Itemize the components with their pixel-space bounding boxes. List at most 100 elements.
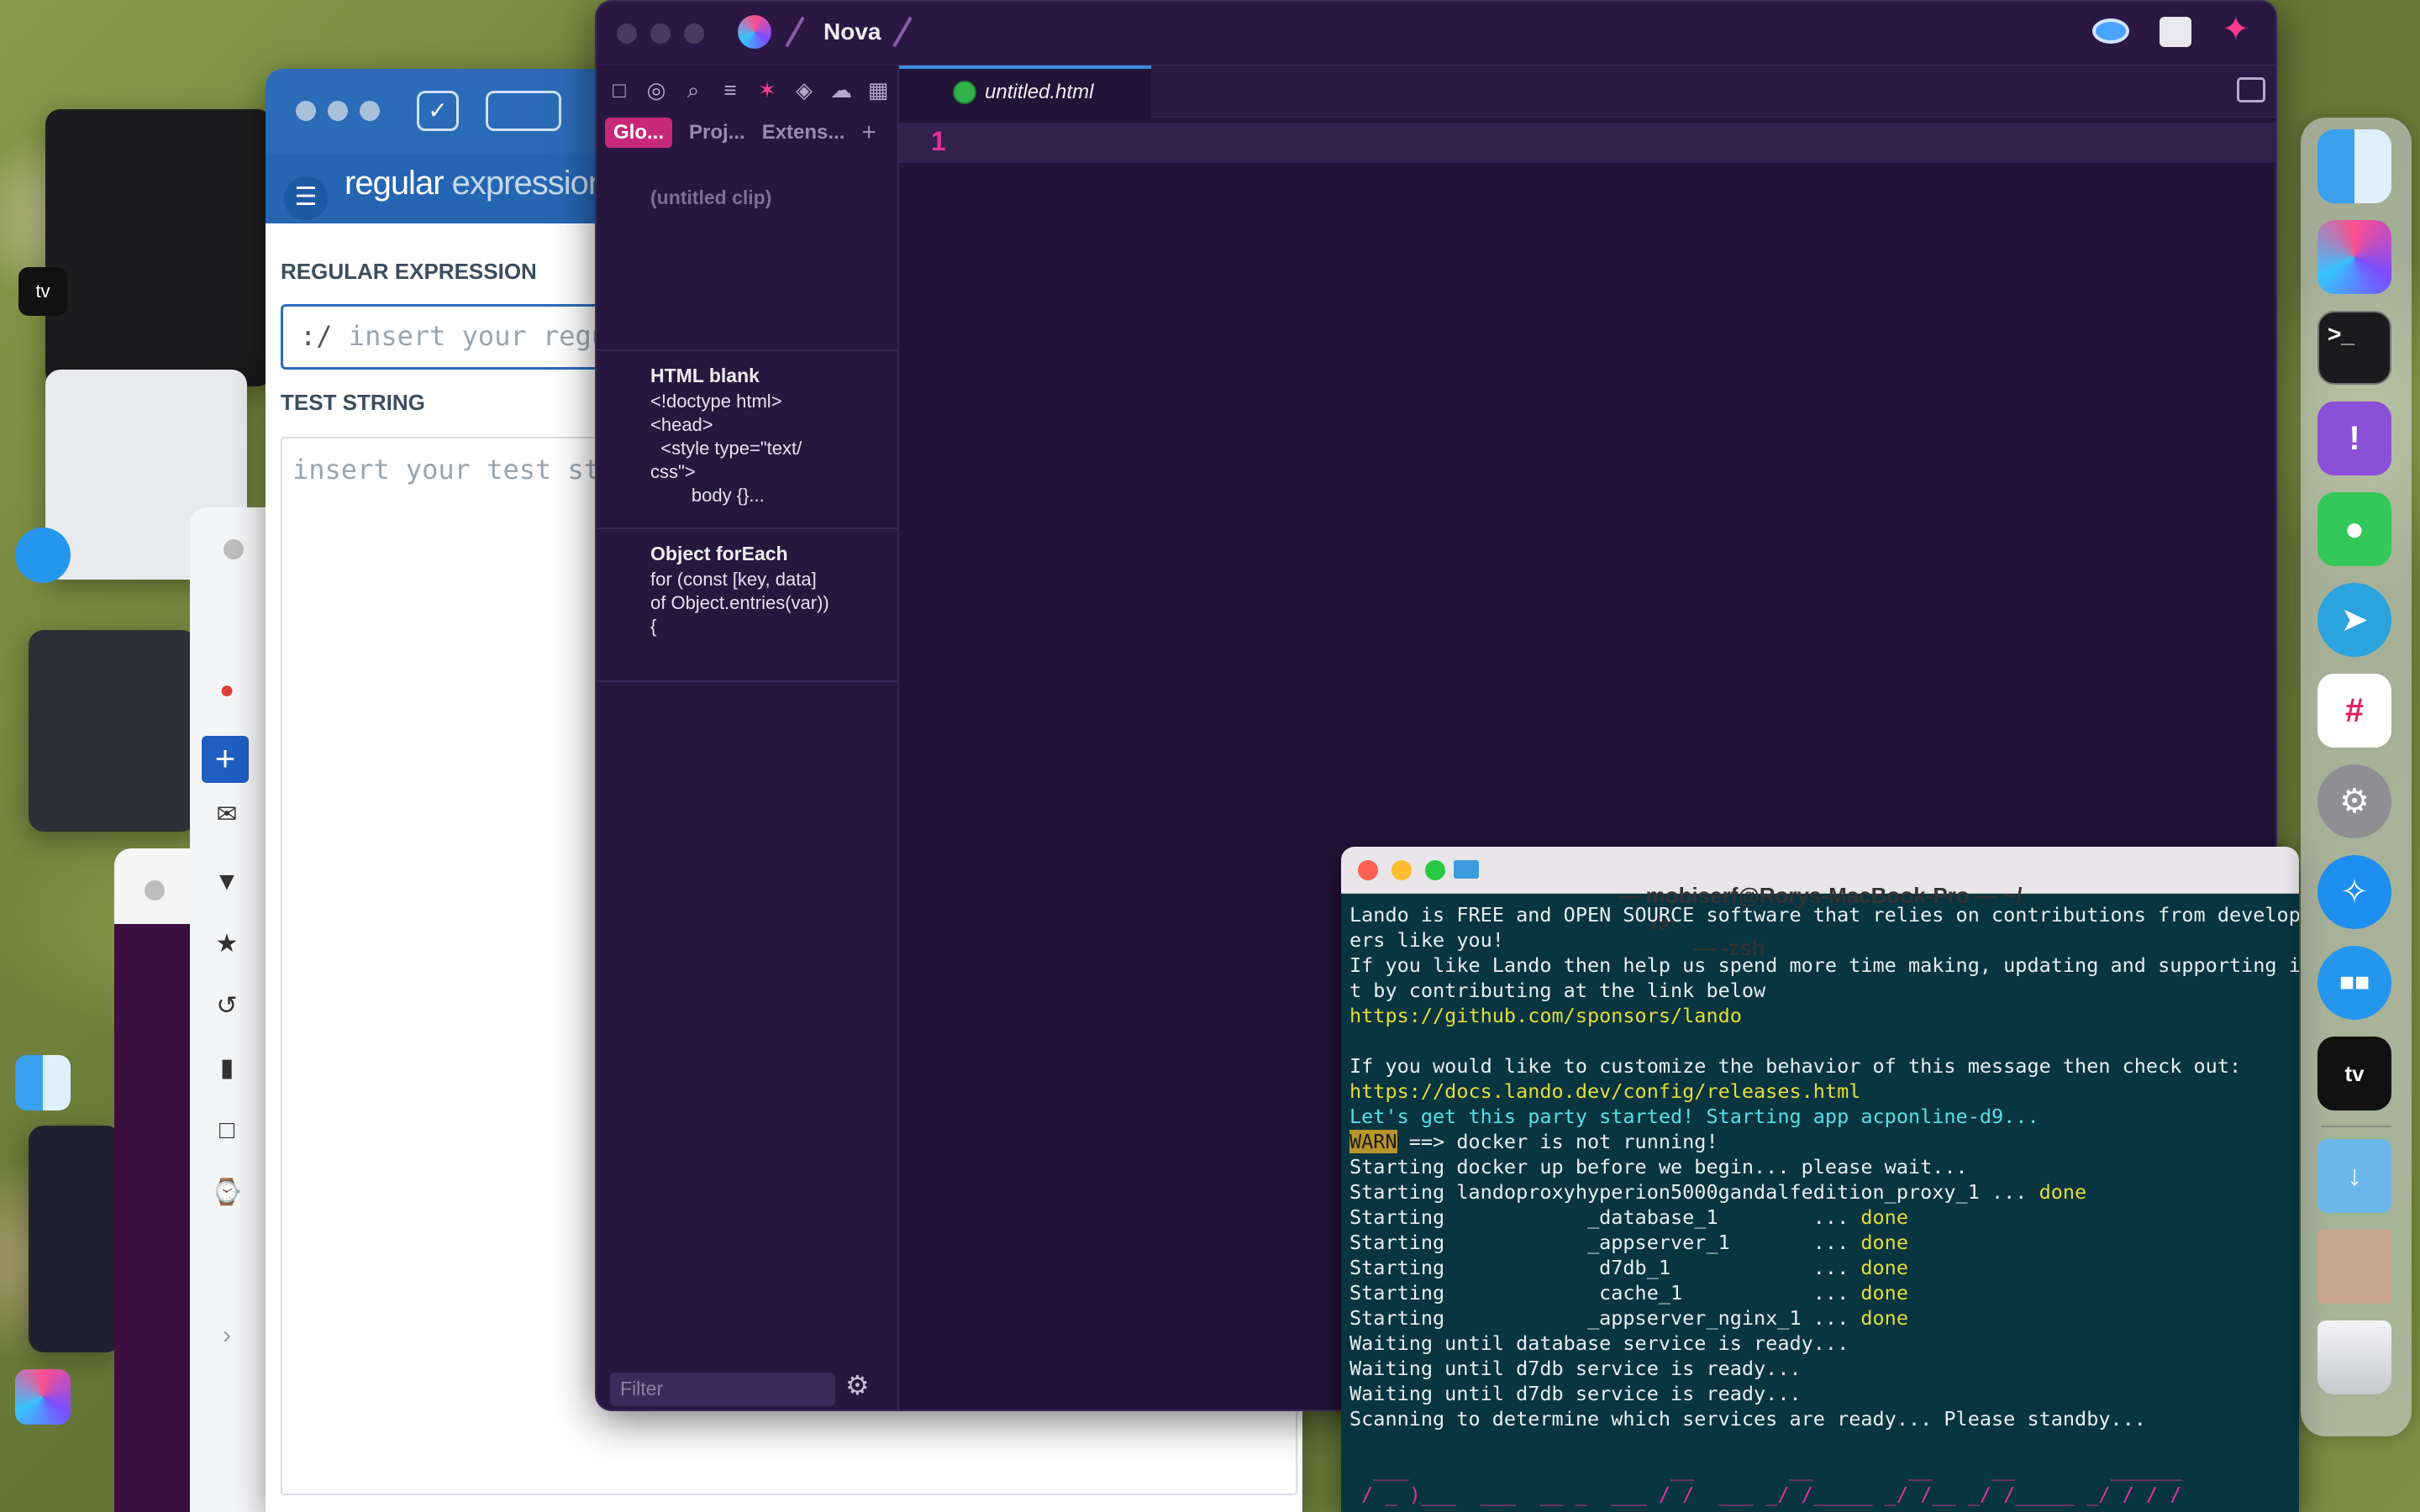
ascii-art-line: / _ )___ ___ __ _ ___ / / ___ _/ /_____ … — [1349, 1483, 2182, 1506]
clip-item[interactable]: Object forEach for (const [key, data] of… — [597, 529, 899, 682]
tab-extensions[interactable]: Extens... — [762, 121, 845, 144]
nova-logo-icon — [738, 15, 771, 49]
photo-stack-icon[interactable] — [2317, 1230, 2391, 1304]
tab-label: untitled.html — [985, 81, 1094, 103]
window-zoom-button[interactable] — [1425, 860, 1445, 880]
editor-tabbar: untitled.html — [899, 66, 2275, 118]
safari-icon[interactable]: ✧ — [2317, 855, 2391, 929]
gear-icon[interactable]: ⚙ — [845, 1369, 870, 1401]
git-icon[interactable]: ◈ — [790, 76, 818, 104]
stage-thumbnail-code[interactable] — [29, 1126, 121, 1352]
add-clip-button[interactable]: + — [861, 118, 876, 147]
cloud-icon[interactable]: ☁ — [827, 76, 855, 104]
symbols-icon[interactable]: ≡ — [716, 76, 744, 104]
terminal-icon[interactable]: >_ — [2317, 311, 2391, 385]
document-icon[interactable]: □ — [210, 1114, 244, 1147]
sidebar-toggle-icon[interactable] — [486, 91, 561, 131]
window-close-button[interactable] — [224, 539, 244, 559]
terminal-line: Waiting until database service is ready.… — [1349, 1331, 1849, 1355]
nova-small-icon[interactable] — [15, 1369, 71, 1425]
tab-project[interactable]: Proj... — [689, 121, 745, 144]
stage-thumbnail-tv[interactable] — [45, 109, 272, 386]
system-settings-icon[interactable]: ⚙ — [2317, 764, 2391, 838]
terminal-line: Starting _database_1 ... done — [1349, 1205, 2291, 1230]
done-status: done — [1860, 1306, 1908, 1330]
done-status: done — [1860, 1256, 1908, 1279]
window-minimize-button[interactable] — [1392, 860, 1412, 880]
filter-icon[interactable]: ▼ — [210, 865, 244, 899]
search-icon[interactable]: ⌕ — [679, 76, 708, 104]
files-icon[interactable]: □ — [605, 76, 634, 104]
privacy-shield-icon[interactable]: ✓ — [417, 91, 459, 131]
clips-icon[interactable]: ✶ — [753, 76, 781, 104]
nova-sidebar: □ ◎ ⌕ ≡ ✶ ◈ ☁ ▦ Glo... Proj... Extens...… — [597, 66, 899, 1410]
downloads-folder-icon[interactable]: ↓ — [2317, 1139, 2391, 1213]
mail-icon[interactable]: ✉ — [210, 798, 244, 832]
feedback-icon[interactable]: ! — [2317, 402, 2391, 475]
window-zoom-button[interactable] — [360, 101, 380, 121]
preview-eye-icon[interactable] — [2092, 18, 2129, 44]
stage-thumbnail-chat[interactable] — [29, 630, 197, 832]
apple-tv-icon[interactable]: tv — [2317, 1037, 2391, 1110]
window-close-button[interactable] — [1358, 860, 1378, 880]
clip-scope-tabs: Glo... Proj... Extens... + — [605, 118, 876, 148]
done-status: done — [2039, 1180, 2087, 1204]
tab-untitled-html[interactable]: untitled.html — [899, 66, 1151, 118]
finder-icon[interactable] — [2317, 129, 2391, 203]
terminal-output[interactable]: Lando is FREE and OPEN SOURCE software t… — [1349, 902, 2299, 1507]
terminal-line: If you like Lando then help us spend mor… — [1349, 953, 2299, 977]
window-minimize-button[interactable] — [328, 101, 348, 121]
test-string-placeholder: insert your test str — [292, 454, 617, 486]
trash-icon[interactable] — [2317, 1320, 2391, 1394]
regex-section-label: REGULAR EXPRESSION — [281, 259, 537, 284]
clip-item[interactable]: (untitled clip) — [597, 158, 899, 351]
terminal-link[interactable]: https://docs.lando.dev/config/releases.h… — [1349, 1079, 2291, 1104]
terminal-text: Starting d7db_1 ... — [1349, 1256, 1861, 1279]
window-minimize-button[interactable] — [650, 24, 671, 44]
regex-logo: regular expressions — [345, 165, 623, 202]
clip-item[interactable]: HTML blank <!doctype html> <head> <style… — [597, 351, 899, 529]
columns-icon[interactable]: ▮ — [210, 1052, 244, 1085]
clip-filter-input[interactable]: Filter — [610, 1373, 835, 1406]
remote-globe-icon[interactable]: ◎ — [642, 76, 671, 104]
clip-preview: for (const [key, data] of Object.entries… — [650, 569, 829, 637]
terminal-line: t by contributing at the link below — [1349, 979, 1766, 1002]
done-status: done — [1860, 1281, 1908, 1305]
compose-button[interactable]: + — [202, 736, 249, 783]
telegram-icon[interactable]: ➤ — [2317, 583, 2391, 657]
clip-title: Object forEach — [650, 543, 788, 564]
window-zoom-button[interactable] — [684, 24, 704, 44]
star-icon[interactable]: ★ — [210, 927, 244, 961]
current-line-highlight — [899, 123, 2275, 163]
hamburger-menu-icon[interactable]: ☰ — [284, 176, 328, 220]
sparkle-icon[interactable]: ✦ — [2222, 10, 2250, 49]
watch-icon[interactable]: ⌚ — [210, 1176, 244, 1210]
slack-icon[interactable]: # — [2317, 674, 2391, 748]
chevron-right-icon[interactable]: › — [210, 1319, 244, 1352]
layout-icon[interactable] — [2160, 17, 2191, 47]
inspector-toggle-icon[interactable] — [2237, 77, 2265, 102]
test-string-label: TEST STRING — [281, 390, 425, 415]
messages-icon[interactable]: ● — [2317, 492, 2391, 566]
finder-small-icon[interactable] — [15, 1055, 71, 1110]
tab-global[interactable]: Glo... — [605, 118, 672, 148]
done-status: done — [1860, 1231, 1908, 1254]
window-close-button[interactable] — [617, 24, 637, 44]
html-file-icon — [953, 81, 976, 104]
window-close-button[interactable] — [145, 880, 165, 900]
window-close-button[interactable] — [296, 101, 316, 121]
terminal-window[interactable]: — mobiserf@Rorys-MacBook-Pro — ~/ /9· — … — [1341, 847, 2299, 1512]
nova-icon[interactable] — [2317, 220, 2391, 294]
extensions-grid-icon[interactable]: ▦ — [864, 76, 892, 104]
regex-delimiter: :/ — [300, 320, 333, 352]
clip-preview: <!doctype html> <head> <style type="text… — [650, 391, 802, 506]
nova-titlebar: Nova ✦ — [597, 2, 2275, 66]
bell-icon[interactable]: ● — [210, 674, 244, 707]
terminal-link[interactable]: https://github.com/sponsors/lando — [1349, 1003, 2291, 1028]
breadcrumb-separator — [785, 16, 805, 48]
apple-tv-small-icon[interactable]: tv — [18, 267, 67, 316]
docker-icon[interactable]: ■■ — [2317, 946, 2391, 1020]
terminal-text: Starting _appserver_1 ... — [1349, 1231, 1861, 1254]
history-icon[interactable]: ↺ — [210, 990, 244, 1023]
docker-small-icon[interactable] — [15, 528, 71, 583]
